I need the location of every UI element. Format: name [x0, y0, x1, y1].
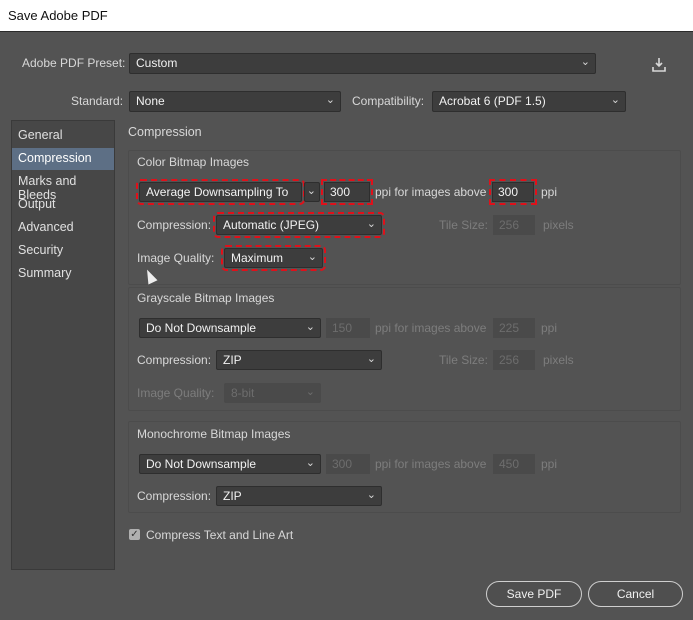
- sidebar-item-marks-and-bleeds[interactable]: Marks and Bleeds: [12, 171, 114, 202]
- color-compression-dropdown[interactable]: Automatic (JPEG) ⌄: [213, 212, 385, 238]
- color-quality-label: Image Quality:: [137, 251, 215, 265]
- preset-label: Adobe PDF Preset:: [22, 56, 126, 70]
- chevron-down-icon: ⌄: [306, 185, 316, 197]
- gray-ppi-unit: ppi: [541, 321, 558, 335]
- chevron-down-icon: ⌄: [325, 94, 335, 106]
- mono-compression-dropdown[interactable]: ZIP ⌄: [216, 486, 382, 506]
- mono-downsample-dropdown[interactable]: Do Not Downsample ⌄: [139, 454, 321, 474]
- color-tile-unit: pixels: [543, 218, 574, 232]
- color-ppi-input[interactable]: 300: [321, 179, 373, 205]
- gray-ppi-input[interactable]: 150: [326, 318, 370, 338]
- gray-quality-label: Image Quality:: [137, 386, 215, 400]
- cancel-button[interactable]: Cancel: [588, 581, 683, 607]
- chevron-down-icon: ⌄: [305, 386, 315, 398]
- compress-text-checkbox[interactable]: ✓: [129, 529, 140, 540]
- color-quality-dropdown[interactable]: Maximum ⌄: [221, 245, 326, 271]
- gray-quality-dropdown[interactable]: 8-bit ⌄: [224, 383, 321, 403]
- color-ppi-text: ppi for images above: [375, 185, 487, 199]
- chevron-down-icon: ⌄: [307, 251, 317, 263]
- gray-downsample-dropdown[interactable]: Do Not Downsample ⌄: [139, 318, 321, 338]
- chevron-down-icon: ⌄: [610, 94, 620, 106]
- panel-title: Compression: [128, 125, 202, 139]
- window-title: Save Adobe PDF: [8, 8, 108, 23]
- color-downsample-dropdown[interactable]: Average Downsampling To: [136, 179, 305, 205]
- mono-compression-label: Compression:: [137, 489, 212, 503]
- gray-tile-input[interactable]: 256: [493, 350, 535, 370]
- chevron-down-icon: ⌄: [366, 218, 376, 230]
- mono-heading: Monochrome Bitmap Images: [137, 427, 291, 441]
- mono-ppi-unit: ppi: [541, 457, 558, 471]
- color-heading: Color Bitmap Images: [137, 155, 250, 169]
- mono-ppi-input[interactable]: 300: [326, 454, 370, 474]
- save-pdf-button[interactable]: Save PDF: [486, 581, 582, 607]
- sidebar-item-advanced[interactable]: Advanced: [12, 217, 114, 239]
- gray-ppi-text: ppi for images above: [375, 321, 487, 335]
- gray-tile-unit: pixels: [543, 353, 574, 367]
- mono-above-input[interactable]: 450: [493, 454, 535, 474]
- chevron-down-icon: ⌄: [305, 457, 315, 469]
- preset-dropdown[interactable]: Custom ⌄: [129, 53, 596, 74]
- checkmark-icon: ✓: [130, 529, 139, 540]
- mono-ppi-text: ppi for images above: [375, 457, 487, 471]
- sidebar-item-general[interactable]: General: [12, 125, 114, 147]
- chevron-down-icon: ⌄: [580, 56, 590, 68]
- sidebar-item-compression[interactable]: Compression: [12, 148, 114, 170]
- color-tile-label: Tile Size:: [439, 218, 488, 232]
- sidebar: General Compression Marks and Bleeds Out…: [11, 120, 115, 570]
- color-ppi-unit: ppi: [541, 185, 558, 199]
- title-bar: Save Adobe PDF: [0, 0, 693, 32]
- color-compression-label: Compression:: [137, 218, 212, 232]
- standard-label: Standard:: [71, 94, 124, 108]
- gray-compression-label: Compression:: [137, 353, 212, 367]
- gray-tile-label: Tile Size:: [439, 353, 488, 367]
- chevron-down-icon: ⌄: [366, 353, 376, 365]
- sidebar-item-output[interactable]: Output: [12, 194, 114, 216]
- sidebar-item-summary[interactable]: Summary: [12, 263, 114, 285]
- color-downsample-arrow[interactable]: ⌄: [304, 182, 320, 202]
- color-tile-input[interactable]: 256: [493, 215, 535, 235]
- compatibility-label: Compatibility:: [352, 94, 425, 108]
- gray-compression-dropdown[interactable]: ZIP ⌄: [216, 350, 382, 370]
- chevron-down-icon: ⌄: [366, 489, 376, 501]
- color-above-input[interactable]: 300: [489, 179, 537, 205]
- compress-text-label: Compress Text and Line Art: [146, 528, 294, 542]
- sidebar-item-security[interactable]: Security: [12, 240, 114, 262]
- gray-heading: Grayscale Bitmap Images: [137, 291, 275, 305]
- gray-above-input[interactable]: 225: [493, 318, 535, 338]
- download-icon[interactable]: [651, 57, 667, 73]
- standard-dropdown[interactable]: None ⌄: [129, 91, 341, 112]
- chevron-down-icon: ⌄: [305, 321, 315, 333]
- compatibility-dropdown[interactable]: Acrobat 6 (PDF 1.5) ⌄: [432, 91, 626, 112]
